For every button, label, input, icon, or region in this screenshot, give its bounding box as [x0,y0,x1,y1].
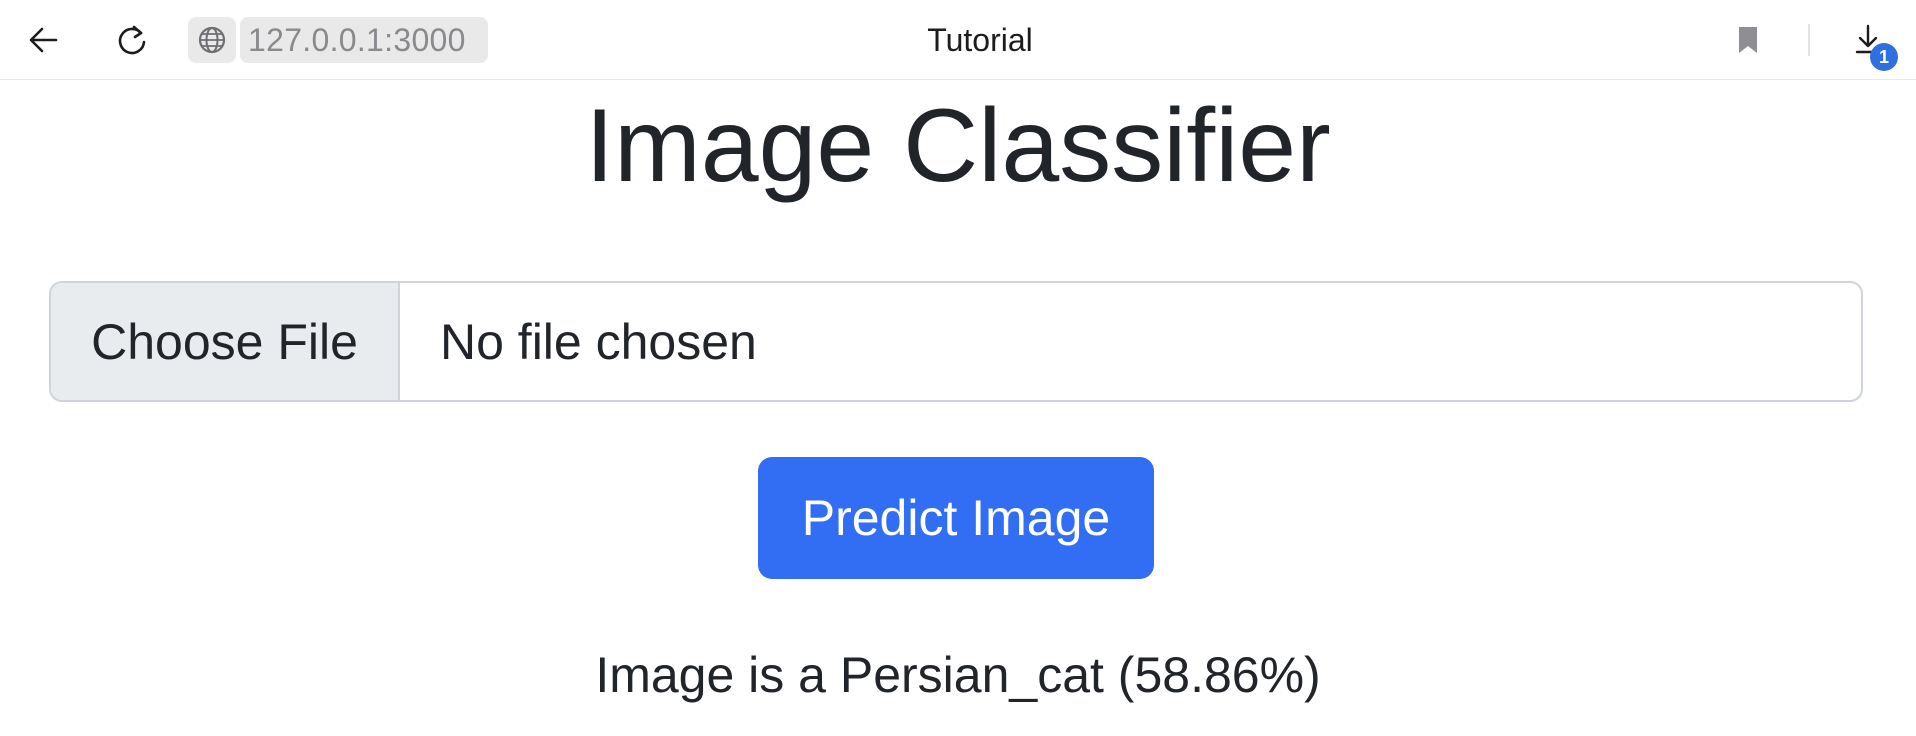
address-bar[interactable]: 127.0.0.1:3000 [240,17,488,63]
bookmark-button[interactable] [1726,18,1770,62]
arrow-left-icon [29,27,58,53]
reload-button[interactable] [110,18,154,62]
prediction-result: Image is a Persian_cat (58.86%) [595,647,1321,703]
file-status-text: No file chosen [440,313,757,370]
download-count-badge: 1 [1870,43,1898,71]
browser-toolbar: 127.0.0.1:3000 Tutorial 1 [0,0,1916,80]
site-info-button[interactable] [188,17,236,63]
toolbar-divider [1808,24,1810,56]
page-title: Image Classifier [585,88,1331,204]
back-button[interactable] [22,18,66,62]
reload-icon [118,25,146,55]
globe-icon [198,26,226,54]
choose-file-button[interactable]: Choose File [51,283,400,400]
bookmark-icon [1739,27,1757,53]
url-text: 127.0.0.1:3000 [248,21,466,58]
tab-title: Tutorial [927,22,1033,58]
file-input[interactable]: Choose File No file chosen [49,281,1863,402]
predict-image-button[interactable]: Predict Image [758,457,1154,579]
